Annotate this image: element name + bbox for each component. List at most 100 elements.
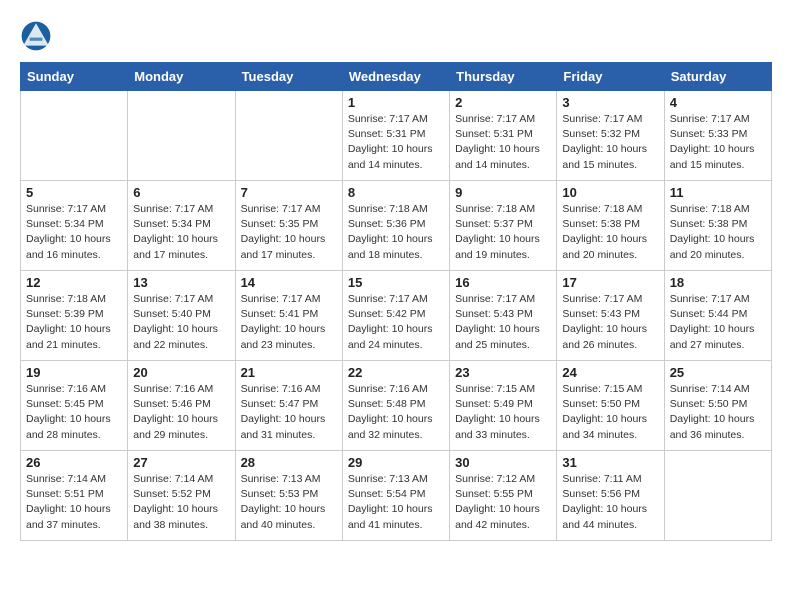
- day-number: 7: [241, 185, 337, 200]
- calendar-cell: [235, 91, 342, 181]
- day-info: Sunrise: 7:13 AMSunset: 5:53 PMDaylight:…: [241, 472, 337, 533]
- calendar-table: SundayMondayTuesdayWednesdayThursdayFrid…: [20, 62, 772, 541]
- calendar-cell: 10 Sunrise: 7:18 AMSunset: 5:38 PMDayligh…: [557, 181, 664, 271]
- day-info: Sunrise: 7:16 AMSunset: 5:46 PMDaylight:…: [133, 382, 229, 443]
- day-number: 14: [241, 275, 337, 290]
- day-info: Sunrise: 7:18 AMSunset: 5:37 PMDaylight:…: [455, 202, 551, 263]
- day-number: 26: [26, 455, 122, 470]
- day-number: 22: [348, 365, 444, 380]
- logo-icon: [20, 20, 52, 52]
- weekday-header-monday: Monday: [128, 63, 235, 91]
- day-number: 17: [562, 275, 658, 290]
- calendar-cell: 19 Sunrise: 7:16 AMSunset: 5:45 PMDayligh…: [21, 361, 128, 451]
- calendar-cell: 22 Sunrise: 7:16 AMSunset: 5:48 PMDayligh…: [342, 361, 449, 451]
- day-number: 29: [348, 455, 444, 470]
- week-row-1: 1 Sunrise: 7:17 AMSunset: 5:31 PMDaylight…: [21, 91, 772, 181]
- day-number: 12: [26, 275, 122, 290]
- day-number: 1: [348, 95, 444, 110]
- weekday-header-thursday: Thursday: [450, 63, 557, 91]
- day-number: 28: [241, 455, 337, 470]
- weekday-header-wednesday: Wednesday: [342, 63, 449, 91]
- calendar-cell: 14 Sunrise: 7:17 AMSunset: 5:41 PMDayligh…: [235, 271, 342, 361]
- day-info: Sunrise: 7:18 AMSunset: 5:36 PMDaylight:…: [348, 202, 444, 263]
- day-number: 16: [455, 275, 551, 290]
- day-info: Sunrise: 7:11 AMSunset: 5:56 PMDaylight:…: [562, 472, 658, 533]
- calendar-cell: 8Sunrise: 7:18 AMSunset: 5:36 PMDaylight…: [342, 181, 449, 271]
- weekday-header-row: SundayMondayTuesdayWednesdayThursdayFrid…: [21, 63, 772, 91]
- calendar-cell: 30Sunrise: 7:12 AMSunset: 5:55 PMDayligh…: [450, 451, 557, 541]
- day-info: Sunrise: 7:15 AMSunset: 5:49 PMDaylight:…: [455, 382, 551, 443]
- calendar-cell: 15 Sunrise: 7:17 AMSunset: 5:42 PMDayligh…: [342, 271, 449, 361]
- calendar-cell: 16 Sunrise: 7:17 AMSunset: 5:43 PMDayligh…: [450, 271, 557, 361]
- day-info: Sunrise: 7:16 AMSunset: 5:45 PMDaylight:…: [26, 382, 122, 443]
- calendar-cell: 5 Sunrise: 7:17 AMSunset: 5:34 PMDaylight…: [21, 181, 128, 271]
- day-number: 11: [670, 185, 766, 200]
- calendar-cell: 6 Sunrise: 7:17 AMSunset: 5:34 PMDaylight…: [128, 181, 235, 271]
- day-number: 27: [133, 455, 229, 470]
- day-number: 24: [562, 365, 658, 380]
- day-number: 10: [562, 185, 658, 200]
- calendar-cell: 29 Sunrise: 7:13 AMSunset: 5:54 PMDayligh…: [342, 451, 449, 541]
- calendar-cell: 27 Sunrise: 7:14 AMSunset: 5:52 PMDayligh…: [128, 451, 235, 541]
- day-info: Sunrise: 7:16 AMSunset: 5:47 PMDaylight:…: [241, 382, 337, 443]
- calendar-cell: 11 Sunrise: 7:18 AMSunset: 5:38 PMDayligh…: [664, 181, 771, 271]
- day-number: 19: [26, 365, 122, 380]
- day-info: Sunrise: 7:17 AMSunset: 5:43 PMDaylight:…: [562, 292, 658, 353]
- week-row-3: 12 Sunrise: 7:18 AMSunset: 5:39 PMDayligh…: [21, 271, 772, 361]
- day-info: Sunrise: 7:18 AMSunset: 5:38 PMDaylight:…: [562, 202, 658, 263]
- calendar-cell: 26 Sunrise: 7:14 AMSunset: 5:51 PMDayligh…: [21, 451, 128, 541]
- day-info: Sunrise: 7:18 AMSunset: 5:39 PMDaylight:…: [26, 292, 122, 353]
- day-info: Sunrise: 7:17 AMSunset: 5:42 PMDaylight:…: [348, 292, 444, 353]
- day-number: 3: [562, 95, 658, 110]
- day-info: Sunrise: 7:14 AMSunset: 5:52 PMDaylight:…: [133, 472, 229, 533]
- day-info: Sunrise: 7:17 AMSunset: 5:33 PMDaylight:…: [670, 112, 766, 173]
- calendar-cell: 1 Sunrise: 7:17 AMSunset: 5:31 PMDaylight…: [342, 91, 449, 181]
- day-number: 18: [670, 275, 766, 290]
- day-info: Sunrise: 7:17 AMSunset: 5:31 PMDaylight:…: [348, 112, 444, 173]
- calendar-cell: 20 Sunrise: 7:16 AMSunset: 5:46 PMDayligh…: [128, 361, 235, 451]
- calendar-cell: 24 Sunrise: 7:15 AMSunset: 5:50 PMDayligh…: [557, 361, 664, 451]
- day-info: Sunrise: 7:14 AMSunset: 5:50 PMDaylight:…: [670, 382, 766, 443]
- calendar-cell: 2 Sunrise: 7:17 AMSunset: 5:31 PMDaylight…: [450, 91, 557, 181]
- day-info: Sunrise: 7:13 AMSunset: 5:54 PMDaylight:…: [348, 472, 444, 533]
- day-info: Sunrise: 7:16 AMSunset: 5:48 PMDaylight:…: [348, 382, 444, 443]
- weekday-header-saturday: Saturday: [664, 63, 771, 91]
- logo: [20, 20, 56, 52]
- day-number: 9: [455, 185, 551, 200]
- day-info: Sunrise: 7:17 AMSunset: 5:44 PMDaylight:…: [670, 292, 766, 353]
- weekday-header-friday: Friday: [557, 63, 664, 91]
- day-info: Sunrise: 7:17 AMSunset: 5:34 PMDaylight:…: [26, 202, 122, 263]
- week-row-4: 19 Sunrise: 7:16 AMSunset: 5:45 PMDayligh…: [21, 361, 772, 451]
- day-info: Sunrise: 7:17 AMSunset: 5:32 PMDaylight:…: [562, 112, 658, 173]
- weekday-header-tuesday: Tuesday: [235, 63, 342, 91]
- calendar-cell: 18 Sunrise: 7:17 AMSunset: 5:44 PMDayligh…: [664, 271, 771, 361]
- day-info: Sunrise: 7:17 AMSunset: 5:34 PMDaylight:…: [133, 202, 229, 263]
- day-number: 20: [133, 365, 229, 380]
- calendar-cell: 25Sunrise: 7:14 AMSunset: 5:50 PMDayligh…: [664, 361, 771, 451]
- day-info: Sunrise: 7:17 AMSunset: 5:41 PMDaylight:…: [241, 292, 337, 353]
- day-info: Sunrise: 7:17 AMSunset: 5:43 PMDaylight:…: [455, 292, 551, 353]
- page-container: SundayMondayTuesdayWednesdayThursdayFrid…: [0, 0, 792, 551]
- calendar-cell: 9 Sunrise: 7:18 AMSunset: 5:37 PMDaylight…: [450, 181, 557, 271]
- day-number: 6: [133, 185, 229, 200]
- calendar-cell: 31Sunrise: 7:11 AMSunset: 5:56 PMDayligh…: [557, 451, 664, 541]
- day-number: 21: [241, 365, 337, 380]
- calendar-cell: 17 Sunrise: 7:17 AMSunset: 5:43 PMDayligh…: [557, 271, 664, 361]
- calendar-cell: 21 Sunrise: 7:16 AMSunset: 5:47 PMDayligh…: [235, 361, 342, 451]
- day-number: 13: [133, 275, 229, 290]
- day-number: 15: [348, 275, 444, 290]
- weekday-header-sunday: Sunday: [21, 63, 128, 91]
- day-info: Sunrise: 7:17 AMSunset: 5:31 PMDaylight:…: [455, 112, 551, 173]
- day-info: Sunrise: 7:15 AMSunset: 5:50 PMDaylight:…: [562, 382, 658, 443]
- day-info: Sunrise: 7:18 AMSunset: 5:38 PMDaylight:…: [670, 202, 766, 263]
- day-number: 23: [455, 365, 551, 380]
- day-number: 2: [455, 95, 551, 110]
- week-row-2: 5 Sunrise: 7:17 AMSunset: 5:34 PMDaylight…: [21, 181, 772, 271]
- calendar-cell: 7Sunrise: 7:17 AMSunset: 5:35 PMDaylight…: [235, 181, 342, 271]
- calendar-cell: 4Sunrise: 7:17 AMSunset: 5:33 PMDaylight…: [664, 91, 771, 181]
- calendar-cell: 12 Sunrise: 7:18 AMSunset: 5:39 PMDayligh…: [21, 271, 128, 361]
- day-number: 5: [26, 185, 122, 200]
- day-info: Sunrise: 7:17 AMSunset: 5:40 PMDaylight:…: [133, 292, 229, 353]
- calendar-cell: [664, 451, 771, 541]
- day-info: Sunrise: 7:14 AMSunset: 5:51 PMDaylight:…: [26, 472, 122, 533]
